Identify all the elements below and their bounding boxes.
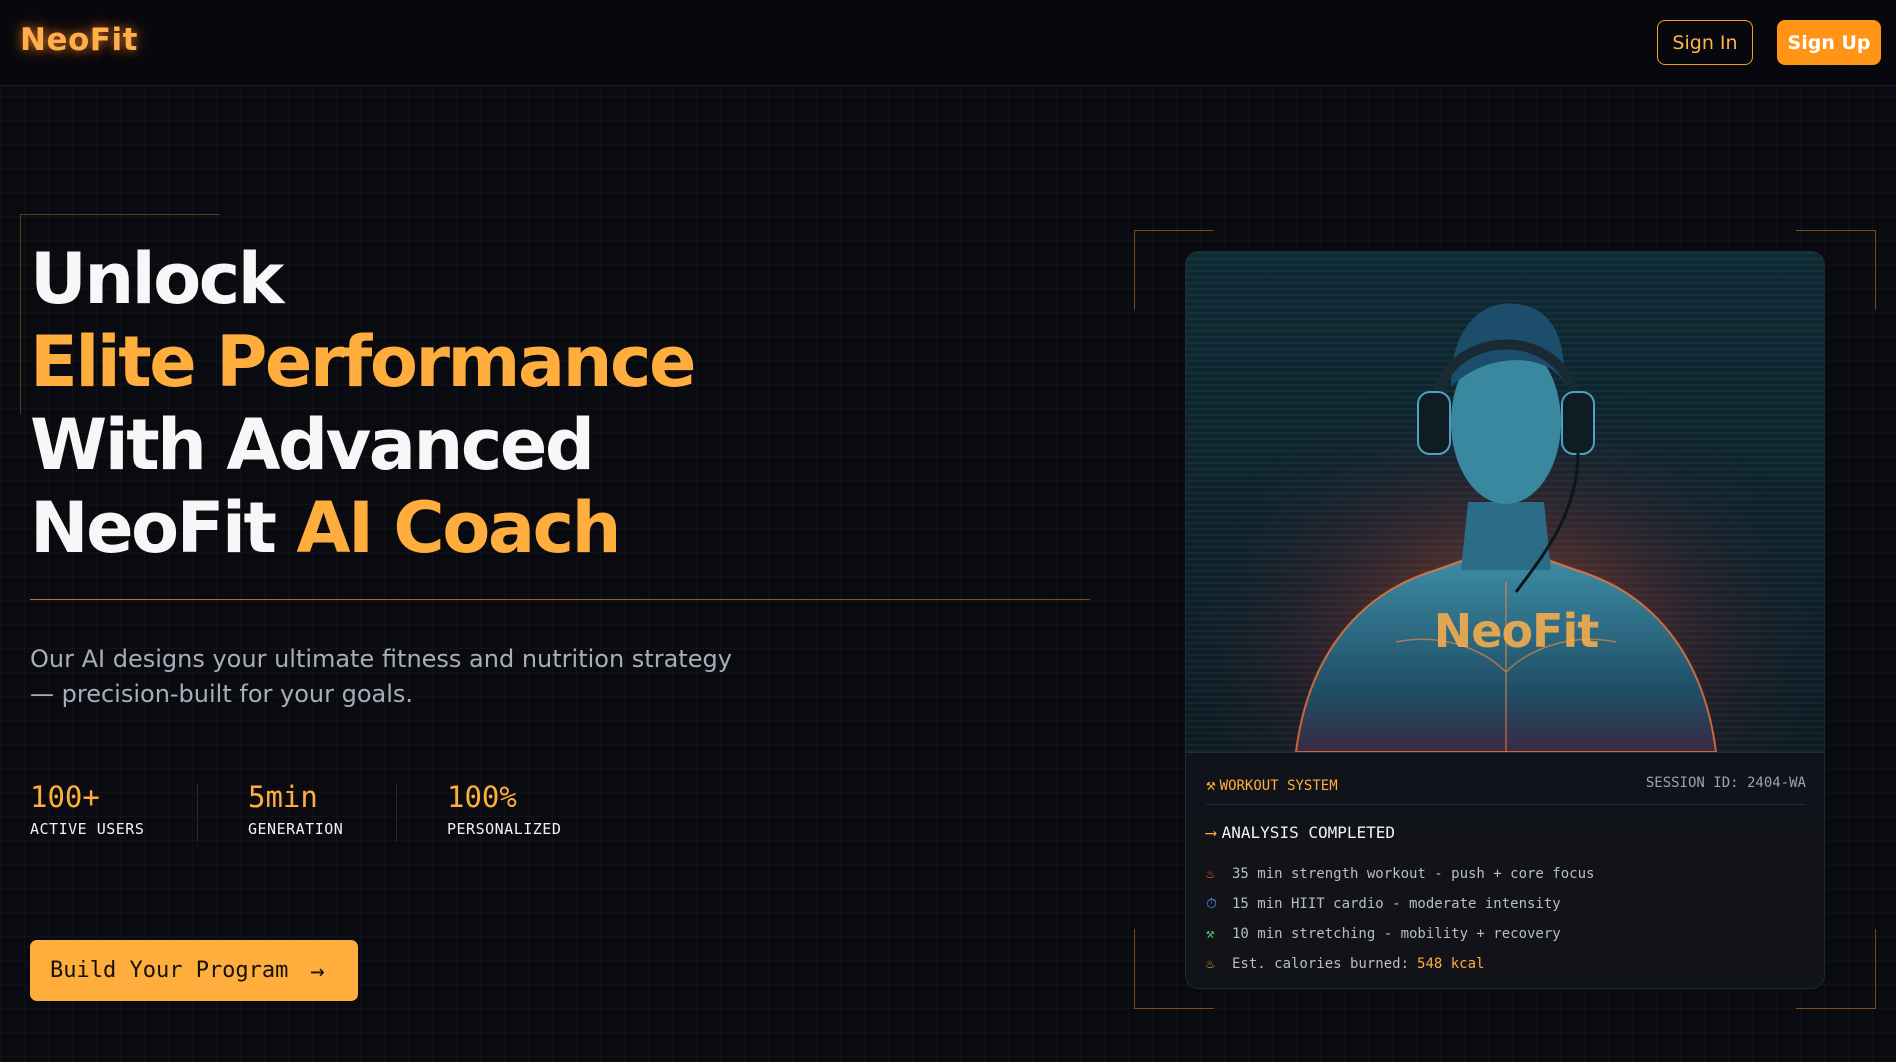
stat-label: GENERATION xyxy=(248,820,344,838)
hero-headline: Unlock Elite Performance With Advanced N… xyxy=(30,238,1030,570)
dumbbell-icon: ⚒ xyxy=(1206,926,1215,942)
top-navbar: NeoFit Sign In Sign Up xyxy=(0,0,1896,86)
workout-card: NeoFit ⚒ WORKOUT SYSTEM SESSION ID: 2404-… xyxy=(1185,251,1825,989)
headline-brand-word: NeoFit xyxy=(30,487,277,569)
headline-line-1: Unlock xyxy=(30,238,284,320)
list-item-text: 35 min strength workout - push + core fo… xyxy=(1232,866,1595,882)
stat-label: ACTIVE USERS xyxy=(30,820,145,838)
stat-active-users: 100+ ACTIVE USERS xyxy=(30,780,144,838)
chest-brand-text: NeoFit xyxy=(1434,604,1598,658)
stopwatch-icon: ⏱ xyxy=(1206,896,1217,912)
list-item: ♨ Est. calories burned: 548 kcal xyxy=(1206,949,1594,979)
arrow-right-icon: → xyxy=(310,956,325,985)
list-item: ⚒ 10 min stretching - mobility + recovery xyxy=(1206,919,1594,949)
workout-info-panel: ⚒ WORKOUT SYSTEM SESSION ID: 2404-WA ⟶ ANA… xyxy=(1186,752,1824,988)
headline-line-3: With Advanced xyxy=(30,404,595,486)
brand-logo[interactable]: NeoFit xyxy=(20,22,138,58)
list-item-text: 15 min HIIT cardio - moderate intensity xyxy=(1232,896,1561,912)
analysis-status: ⟶ ANALYSIS COMPLETED xyxy=(1206,823,1395,842)
hero-divider xyxy=(30,599,1090,600)
info-divider xyxy=(1206,804,1806,805)
sign-in-button[interactable]: Sign In xyxy=(1657,20,1753,65)
headline-line-2: Elite Performance xyxy=(30,321,696,403)
system-label: WORKOUT SYSTEM xyxy=(1219,778,1338,794)
list-item: ⏱ 15 min HIIT cardio - moderate intensity xyxy=(1206,889,1594,919)
stat-separator xyxy=(197,784,198,842)
arrow-right-icon: ⟶ xyxy=(1206,823,1216,842)
headline-accent-words: AI Coach xyxy=(296,487,621,569)
workout-items: ♨ 35 min strength workout - push + core f… xyxy=(1206,859,1594,979)
athlete-illustration: NeoFit xyxy=(1186,252,1824,752)
stat-value: 100+ xyxy=(30,780,100,814)
stat-personalized: 100% PERSONALIZED xyxy=(447,780,561,838)
build-program-button[interactable]: Build Your Program → xyxy=(30,940,358,1001)
session-id: SESSION ID: 2404-WA xyxy=(1645,775,1806,791)
info-header: ⚒ WORKOUT SYSTEM SESSION ID: 2404-WA xyxy=(1206,775,1806,795)
stat-value: 5min xyxy=(248,780,318,814)
headline-line-4: NeoFit AI Coach xyxy=(30,487,1030,570)
dumbbell-icon: ⚒ xyxy=(1206,775,1216,794)
stat-value: 100% xyxy=(447,780,517,814)
cta-label: Build Your Program xyxy=(50,958,289,983)
stat-generation: 5min GENERATION xyxy=(248,780,343,838)
stat-separator xyxy=(396,784,397,842)
list-item-text: 10 min stretching - mobility + recovery xyxy=(1232,926,1561,942)
hero-subtitle: Our AI designs your ultimate fitness and… xyxy=(30,645,732,708)
analysis-status-text: ANALYSIS COMPLETED xyxy=(1221,823,1396,842)
sign-up-button[interactable]: Sign Up xyxy=(1777,20,1881,65)
flame-icon: ♨ xyxy=(1206,866,1215,882)
calories-value: 548 kcal xyxy=(1417,956,1485,972)
list-item: ♨ 35 min strength workout - push + core f… xyxy=(1206,859,1594,889)
calories-label: Est. calories burned: xyxy=(1232,956,1410,972)
stat-label: PERSONALIZED xyxy=(447,820,562,838)
flame-icon: ♨ xyxy=(1206,956,1215,972)
